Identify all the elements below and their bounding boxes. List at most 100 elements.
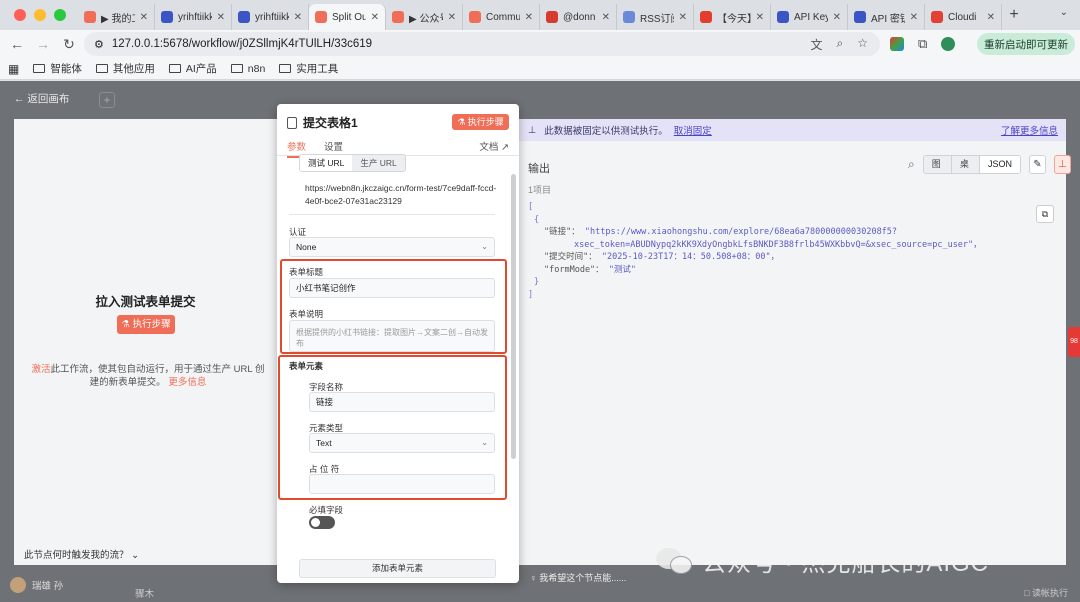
tab-label: ▶ 公众号	[409, 13, 443, 25]
more-info-link[interactable]: 更多信息	[168, 377, 206, 388]
browser-tab[interactable]: API Key ✕	[771, 4, 848, 30]
tab-close-icon[interactable]: ✕	[833, 12, 841, 23]
view-schema-tab[interactable]: 图式	[923, 156, 952, 173]
window-controls	[0, 9, 78, 21]
back-to-canvas-link[interactable]: ← 返回画布	[14, 91, 69, 106]
extensions-puzzle-icon[interactable]: ⧉	[918, 36, 927, 52]
bookmark-folder-other-apps[interactable]: 其他应用	[95, 61, 155, 76]
bottom-tab-label[interactable]: 骤木	[135, 586, 154, 600]
relaunch-update-button[interactable]: 重新启动即可更新	[977, 33, 1075, 55]
tab-favicon-icon	[623, 11, 635, 23]
learn-more-link[interactable]: 了解更多信息	[1001, 123, 1058, 137]
output-item-count: 1项目	[528, 185, 552, 195]
pin-data-icon[interactable]: ⊥	[1053, 155, 1071, 174]
docs-link[interactable]: 文档 ↗	[479, 139, 509, 153]
tab-close-icon[interactable]: ✕	[679, 12, 687, 23]
url-omnibox[interactable]: ⚙ 127.0.0.1:5678/workflow/j0ZSllmjK4rTUl…	[84, 32, 880, 56]
browser-tab[interactable]: RSS订阅 ✕	[617, 4, 694, 30]
tab-favicon-icon	[315, 11, 327, 23]
copy-icon[interactable]: ⧉	[1036, 205, 1054, 223]
tab-close-icon[interactable]: ✕	[140, 12, 148, 23]
input-execute-step-button[interactable]: ⚗ 执行步骤	[117, 315, 175, 334]
reload-icon[interactable]: ↻	[56, 36, 82, 53]
bookmark-star-icon[interactable]: ☆	[857, 36, 868, 53]
trigger-question-toggle[interactable]: 此节点何时触发我的流？ ⌄	[24, 547, 139, 561]
minimize-window-button[interactable]	[34, 9, 46, 21]
activate-link[interactable]: 激活	[32, 364, 51, 375]
placeholder-input[interactable]	[309, 474, 495, 494]
edit-pencil-icon[interactable]: ✎	[1029, 155, 1046, 174]
tab-close-icon[interactable]: ✕	[525, 12, 533, 23]
tab-close-icon[interactable]: ✕	[217, 12, 225, 23]
search-icon[interactable]: ⌕	[908, 157, 915, 172]
add-form-element-button[interactable]: 添加表单元素	[299, 559, 496, 578]
form-title-input[interactable]: 小红书笔记创作	[289, 278, 495, 298]
browser-tab[interactable]: yrihftiikk ✕	[155, 4, 232, 30]
tab-label: 【今天】	[717, 13, 751, 25]
form-description-textarea[interactable]: 根据提供的小红书链接：提取图片→文案二创→自动发布	[289, 320, 495, 352]
element-type-select[interactable]: Text ⌄	[309, 433, 495, 453]
node-feedback-hint[interactable]: ♀ 我希望这个节点能......	[530, 571, 626, 584]
extension-color-icon[interactable]	[890, 37, 904, 51]
browser-tab[interactable]: Cloudi ✕	[925, 4, 1002, 30]
profile-avatar-icon[interactable]	[941, 37, 956, 51]
tab-settings[interactable]: 设置	[324, 139, 343, 153]
bookmark-folder-n8n[interactable]: n8n	[230, 63, 265, 75]
add-node-icon[interactable]: +	[99, 92, 115, 108]
forward-arrow-icon[interactable]: →	[30, 36, 56, 52]
folder-icon	[168, 64, 181, 73]
folder-icon	[230, 64, 243, 73]
modal-scrollbar[interactable]	[511, 174, 516, 459]
tab-favicon-icon	[84, 11, 96, 23]
url-text[interactable]: 127.0.0.1:5678/workflow/j0ZSllmjK4rTUlLH…	[112, 38, 811, 50]
maximize-window-button[interactable]	[54, 9, 66, 21]
field-name-input[interactable]: 链接	[309, 392, 495, 412]
side-badge[interactable]: 98	[1068, 327, 1080, 357]
site-info-icon[interactable]: ⚙	[94, 38, 104, 51]
bookmark-folder-tools[interactable]: 实用工具	[279, 61, 338, 76]
tab-close-icon[interactable]: ✕	[756, 12, 764, 23]
view-table-tab[interactable]: 桌子	[951, 156, 981, 173]
required-field-toggle[interactable]	[309, 516, 335, 529]
browser-tab[interactable]: ▶ 我的工 ✕	[78, 4, 155, 30]
tab-close-icon[interactable]: ✕	[448, 12, 456, 23]
user-profile[interactable]: 瑞雄 孙	[10, 577, 63, 593]
production-url-tab[interactable]: 生产 URL	[352, 155, 405, 171]
browser-tab[interactable]: Commu ✕	[463, 4, 540, 30]
tab-close-icon[interactable]: ✕	[371, 12, 379, 23]
tab-favicon-icon	[777, 11, 789, 23]
browser-tab[interactable]: 【今天】 ✕	[694, 4, 771, 30]
bottom-right-action[interactable]: □ 读帐执行	[1024, 586, 1068, 599]
watermark: 公众号 · 杰克船长的AIGC	[656, 543, 989, 578]
input-panel: 拉入测试表单提交 ⚗ 执行步骤 激活此工作流，使其包自动运行，用于通过生产 UR…	[14, 119, 277, 565]
browser-tab[interactable]: API 密钥 ✕	[848, 4, 925, 30]
zoom-icon[interactable]: ⌕	[837, 36, 844, 53]
close-window-button[interactable]	[14, 9, 26, 21]
tab-strip: ▶ 我的工✕yrihftiikk✕yrihftiikk✕Split Ou✕▶ 公…	[78, 0, 1002, 30]
apps-grid-icon[interactable]: ▦	[8, 62, 19, 76]
new-tab-button[interactable]: +	[1002, 2, 1026, 28]
webhook-url[interactable]: https://webn8n.jkczaigc.cn/form-test/7ce…	[305, 182, 505, 208]
tab-close-icon[interactable]: ✕	[987, 12, 995, 23]
translate-icon[interactable]: 文	[810, 36, 822, 53]
browser-tab[interactable]: Split Ou ✕	[309, 4, 386, 30]
execute-step-button[interactable]: ⚗ 执行步骤	[452, 114, 509, 130]
test-url-tab[interactable]: 测试 URL	[300, 155, 353, 171]
browser-tab[interactable]: ▶ 公众号 ✕	[386, 4, 463, 30]
auth-select[interactable]: None ⌄	[289, 237, 495, 257]
modal-title[interactable]: 提交表格1	[303, 114, 358, 131]
view-json-tab[interactable]: JSON	[980, 156, 1021, 173]
browser-tab[interactable]: yrihftiikk ✕	[232, 4, 309, 30]
tab-close-icon[interactable]: ✕	[294, 12, 302, 23]
browser-tab[interactable]: @donn ✕	[540, 4, 617, 30]
bookmark-folder-ai-products[interactable]: AI产品	[168, 61, 217, 76]
unpin-link[interactable]: 取消固定	[674, 123, 712, 137]
tab-search-chevron-icon[interactable]: ⌄	[1060, 7, 1068, 18]
tab-favicon-icon	[469, 11, 481, 23]
modal-header: 提交表格1	[287, 114, 358, 131]
back-arrow-icon[interactable]: ←	[4, 36, 30, 52]
tab-label: ▶ 我的工	[101, 13, 135, 25]
tab-close-icon[interactable]: ✕	[602, 12, 610, 23]
bookmark-folder-agents[interactable]: 智能体	[33, 61, 82, 76]
tab-close-icon[interactable]: ✕	[910, 12, 918, 23]
